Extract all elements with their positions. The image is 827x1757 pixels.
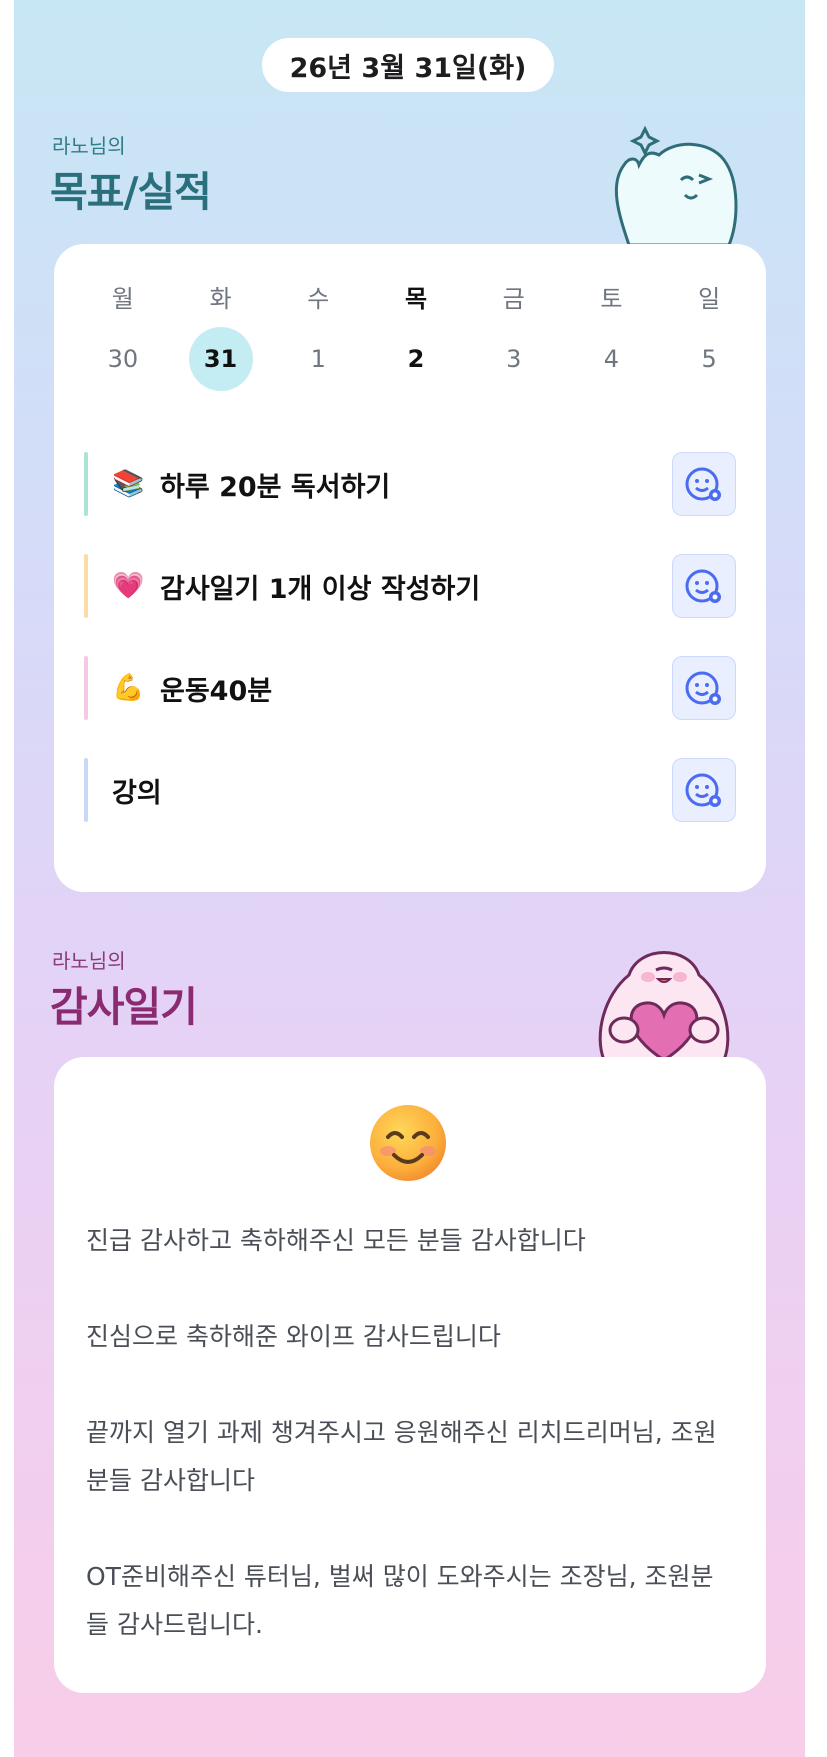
app-screen: 26년 3월 31일(화) 라노님의 목표/실적 월 화 수 목 금 토 일 3… — [14, 0, 805, 1757]
goals-title: 목표/실적 — [50, 168, 212, 216]
day-cell[interactable]: 2 — [367, 324, 465, 394]
goal-item[interactable]: 💗 감사일기 1개 이상 작성하기 — [84, 554, 736, 618]
goal-label: 강의 — [112, 777, 162, 809]
diary-entry: OT준비해주신 튜터님, 벌써 많이 도와주시는 조장님, 조원분들 감사드립니… — [86, 1562, 714, 1639]
smile-add-icon — [685, 467, 721, 501]
weekday-thu: 목 — [404, 285, 428, 313]
cheering-character-icon — [614, 125, 738, 245]
weekday-wed: 수 — [307, 285, 330, 313]
diary-entry: 진급 감사하고 축하해주신 모든 분들 감사합니다 — [86, 1226, 586, 1255]
mood-stamp-button[interactable] — [672, 554, 736, 618]
day-number: 3 — [506, 345, 522, 373]
goal-label: 하루 20분 독서하기 — [160, 471, 391, 503]
goals-card: 월 화 수 목 금 토 일 30 31 1 2 3 4 5 📚 하루 20분 독… — [54, 244, 766, 892]
day-cell[interactable]: 30 — [74, 324, 172, 394]
day-number: 2 — [407, 345, 425, 373]
day-cell-selected[interactable]: 31 — [172, 324, 270, 394]
smiling-face-icon — [370, 1105, 446, 1181]
heart-hugging-character-icon — [598, 951, 730, 1060]
goal-color-bar — [84, 452, 88, 516]
diary-entries: 진급 감사하고 축하해주신 모든 분들 감사합니다 진심으로 축하해준 와이프 … — [86, 1217, 736, 1649]
books-icon: 📚 — [112, 469, 145, 499]
date-pill[interactable]: 26년 3월 31일(화) — [262, 38, 554, 92]
diary-title: 감사일기 — [50, 983, 198, 1031]
smile-add-icon — [685, 671, 721, 705]
goals-subtitle: 라노님의 — [52, 134, 126, 158]
diary-entry: 진심으로 축하해준 와이프 감사드립니다 — [86, 1322, 501, 1351]
heart-icon: 💗 — [112, 571, 145, 601]
day-number: 31 — [188, 327, 253, 391]
goal-item[interactable]: 📚 하루 20분 독서하기 — [84, 452, 736, 516]
smile-add-icon — [685, 773, 721, 807]
day-number: 5 — [701, 345, 717, 373]
weekday-tue: 화 — [209, 285, 232, 313]
goal-label: 운동40분 — [160, 675, 273, 707]
diary-subtitle: 라노님의 — [52, 949, 126, 973]
goal-item[interactable]: 💪 운동40분 — [84, 656, 736, 720]
mood-stamp-button[interactable] — [672, 452, 736, 516]
day-number: 30 — [107, 345, 139, 373]
diary-card: 진급 감사하고 축하해주신 모든 분들 감사합니다 진심으로 축하해준 와이프 … — [54, 1057, 766, 1693]
goal-color-bar — [84, 758, 88, 822]
weekday-sun: 일 — [698, 285, 721, 313]
weekday-sat: 토 — [600, 285, 623, 313]
goal-label: 감사일기 1개 이상 작성하기 — [160, 573, 481, 605]
mood-stamp-button[interactable] — [672, 758, 736, 822]
goal-color-bar — [84, 554, 88, 618]
goal-color-bar — [84, 656, 88, 720]
day-number: 1 — [310, 345, 326, 373]
smile-add-icon — [685, 569, 721, 603]
day-cell[interactable]: 1 — [269, 324, 367, 394]
weekday-mon: 월 — [111, 285, 134, 313]
diary-entry: 끝까지 열기 과제 챙겨주시고 응원해주신 리치드리머님, 조원분들 감사합니다 — [86, 1418, 717, 1495]
goal-item[interactable]: 강의 — [84, 758, 736, 822]
day-cell[interactable]: 5 — [660, 324, 758, 394]
week-calendar: 월 화 수 목 금 토 일 30 31 1 2 3 4 5 — [74, 274, 758, 394]
day-cell[interactable]: 3 — [465, 324, 563, 394]
flexed-biceps-icon: 💪 — [112, 673, 145, 703]
day-number: 4 — [603, 345, 620, 373]
mood-stamp-button[interactable] — [672, 656, 736, 720]
day-cell[interactable]: 4 — [563, 324, 661, 394]
weekday-fri: 금 — [502, 285, 525, 313]
